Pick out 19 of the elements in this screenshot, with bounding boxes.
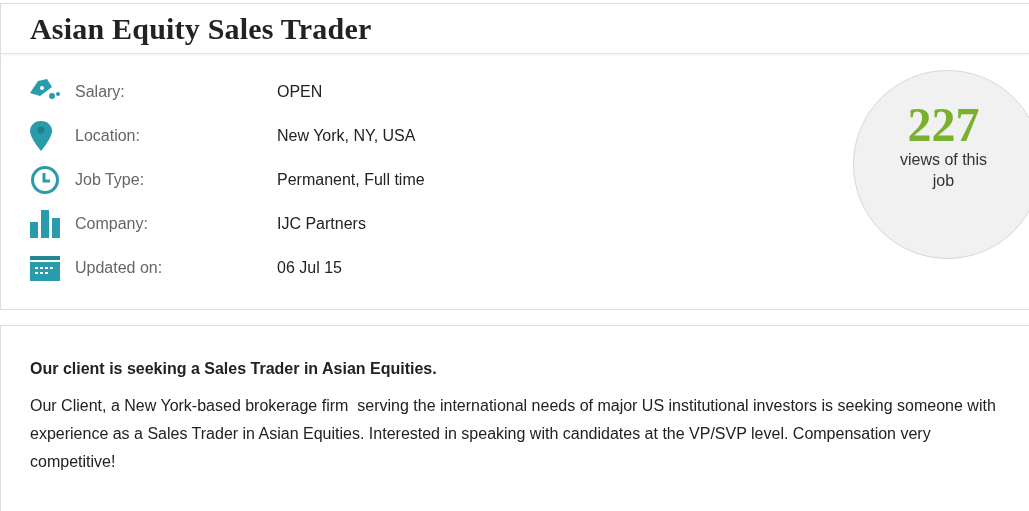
job-title: Asian Equity Sales Trader xyxy=(30,11,372,47)
detail-label: Company: xyxy=(75,214,149,234)
detail-label: Updated on: xyxy=(75,258,164,278)
detail-value: New York, NY, USA xyxy=(277,126,416,146)
detail-value: IJC Partners xyxy=(277,214,366,234)
description-text: Our Client, a New York-based brokerage firm serving the international needs of major US institutional investors is seeking someone with experience as a Sales Trader in Asian Equities. Interested in speaking with candidates at the VP/SVP level. Compensation very competitive! xyxy=(30,396,997,472)
detail-value: 06 Jul 15 xyxy=(277,258,342,278)
detail-value: Permanent, Full time xyxy=(277,170,425,190)
views-caption: views of this job xyxy=(898,150,989,191)
detail-value: OPEN xyxy=(277,82,323,102)
description-heading: Our client is seeking a Sales Trader in Asian Equities. xyxy=(30,359,438,379)
views-count: 227 xyxy=(907,101,980,149)
calendar-icon xyxy=(30,255,60,281)
location-pin-icon xyxy=(30,121,52,151)
bar-chart-icon xyxy=(30,210,60,238)
clock-icon xyxy=(30,165,60,195)
detail-label: Salary: xyxy=(75,82,126,102)
detail-label: Location: xyxy=(75,126,141,146)
detail-label: Job Type: xyxy=(75,170,146,190)
